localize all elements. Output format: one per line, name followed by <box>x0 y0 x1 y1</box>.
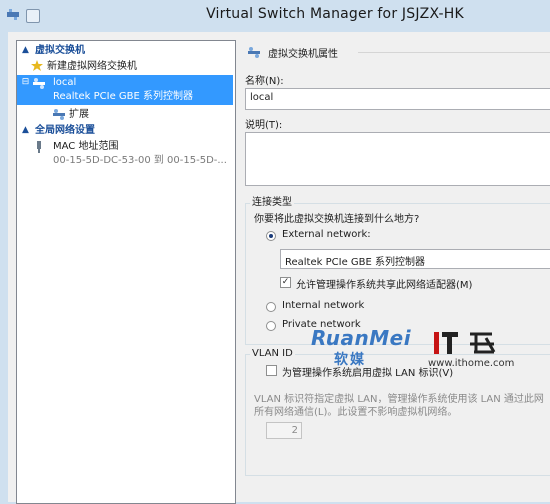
internal-network-radio[interactable] <box>266 302 276 312</box>
virtual-switch-icon <box>33 78 45 89</box>
network-plug-icon <box>37 141 41 153</box>
notes-label: 说明(T): <box>245 120 283 131</box>
vlan-title: VLAN ID <box>250 348 295 359</box>
new-switch-star-icon <box>31 60 43 71</box>
collapse-triangle-icon[interactable]: ▲ <box>21 126 30 135</box>
tree-item-extensions[interactable]: 扩展 <box>17 107 233 122</box>
vlan-description-line2: 所有网络通信(L)。此设置不影响虚拟机网络。 <box>254 407 458 418</box>
network-adapter-select[interactable]: Realtek PCIe GBE 系列控制器 <box>280 249 550 269</box>
name-label: 名称(N): <box>245 76 284 87</box>
ithome-logo-icon <box>434 332 496 354</box>
tree-header-global-settings[interactable]: ▲ 全局网络设置 <box>17 123 233 138</box>
collapse-triangle-icon[interactable]: ▲ <box>21 46 30 55</box>
virtual-switch-icon <box>248 47 260 58</box>
tree-item-mac-range[interactable]: MAC 地址范围 00-15-5D-DC-53-00 到 00-15-5D-..… <box>17 139 233 169</box>
switch-notes-textarea[interactable] <box>245 132 550 186</box>
switch-name-input[interactable]: local <box>245 88 550 110</box>
section-divider <box>358 52 550 53</box>
external-network-radio[interactable] <box>266 231 276 241</box>
allow-management-os-label[interactable]: 允许管理操作系统共享此网络适配器(M) <box>296 276 472 291</box>
switch-adapter-subtext: Realtek PCIe GBE 系列控制器 <box>53 91 193 102</box>
ithome-url-watermark: www.ithome.com <box>428 358 515 369</box>
private-network-radio[interactable] <box>266 321 276 331</box>
vlan-id-input[interactable]: 2 <box>266 422 302 439</box>
tree-item-new-switch[interactable]: 新建虚拟网络交换机 <box>17 59 233 74</box>
connection-question: 你要将此虚拟交换机连接到什么地方? <box>254 214 420 225</box>
window-client-area: ▲ 虚拟交换机 新建虚拟网络交换机 ⊟ local Realtek PCIe G… <box>8 32 550 504</box>
ruanmei-cn-watermark: 软媒 <box>334 352 366 368</box>
mac-range-value: 00-15-5D-DC-53-00 到 00-15-5D-... <box>53 155 227 166</box>
enable-vlan-checkbox[interactable] <box>266 365 277 376</box>
window-title: Virtual Switch Manager for JSJZX-HK <box>206 6 464 22</box>
tree-header-virtual-switches[interactable]: ▲ 虚拟交换机 <box>17 43 233 58</box>
connection-type-title: 连接类型 <box>250 193 294 208</box>
allow-management-os-checkbox[interactable]: ✓ <box>280 277 291 288</box>
tree-item-switch-local[interactable]: ⊟ local Realtek PCIe GBE 系列控制器 <box>17 75 233 105</box>
internal-network-label[interactable]: Internal network <box>282 300 364 311</box>
ruanmei-watermark: RuanMei <box>311 326 412 350</box>
window-titlebar: Virtual Switch Manager for JSJZX-HK <box>0 0 550 32</box>
external-network-label[interactable]: External network: <box>282 229 371 240</box>
switch-tree[interactable]: ▲ 虚拟交换机 新建虚拟网络交换机 ⊟ local Realtek PCIe G… <box>16 40 236 504</box>
switch-properties-pane: 虚拟交换机属性 名称(N): local 说明(T): 连接类型 你要将此虚拟交… <box>240 40 550 502</box>
extension-icon <box>53 109 65 120</box>
expand-minus-icon[interactable]: ⊟ <box>21 78 30 87</box>
